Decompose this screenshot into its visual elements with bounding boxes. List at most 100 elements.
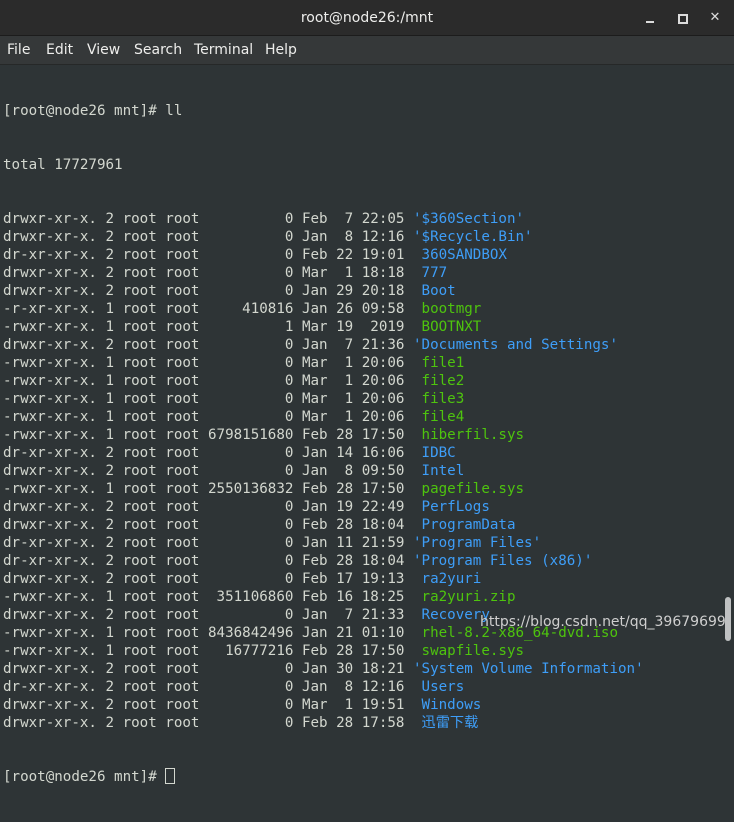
listing-row: drwxr-xr-x. 2 root root 0 Feb 7 22:05 '$…: [3, 210, 644, 228]
menu-edit[interactable]: Edit: [46, 36, 73, 65]
file-meta: drwxr-xr-x. 2 root root 0 Jan 7 21:36: [3, 337, 413, 353]
menu-file[interactable]: File: [7, 36, 30, 65]
listing-row: drwxr-xr-x. 2 root root 0 Jan 7 21:36 'D…: [3, 336, 644, 354]
terminal-area[interactable]: [root@node26 mnt]# ll total 17727961 drw…: [0, 65, 734, 785]
file-meta: -rwxr-xr-x. 1 root root 1 Mar 19 2019: [3, 319, 413, 335]
file-meta: drwxr-xr-x. 2 root root 0 Feb 7 22:05: [3, 211, 413, 227]
listing-row: -rwxr-xr-x. 1 root root 0 Mar 1 20:06 fi…: [3, 354, 644, 372]
menu-bar: File Edit View Search Terminal Help: [0, 36, 734, 65]
listing-row: drwxr-xr-x. 2 root root 0 Jan 29 20:18 B…: [3, 282, 644, 300]
final-prompt: [root@node26 mnt]#: [3, 769, 166, 785]
file-meta: drwxr-xr-x. 2 root root 0 Mar 1 19:51: [3, 697, 413, 713]
file-meta: drwxr-xr-x. 2 root root 0 Feb 28 17:58: [3, 715, 413, 731]
file-meta: drwxr-xr-x. 2 root root 0 Jan 30 18:21: [3, 661, 413, 677]
file-meta: -rwxr-xr-x. 1 root root 2550136832 Feb 2…: [3, 481, 413, 497]
directory-name: ProgramData: [413, 517, 516, 533]
file-meta: -rwxr-xr-x. 1 root root 0 Mar 1 20:06: [3, 409, 413, 425]
terminal-cursor: [165, 768, 176, 784]
directory-name: PerfLogs: [413, 499, 490, 515]
listing-row: -rwxr-xr-x. 1 root root 351106860 Feb 16…: [3, 588, 644, 606]
window-title: root@node26:/mnt: [300, 10, 434, 26]
maximize-icon: [678, 14, 688, 24]
listing-row: drwxr-xr-x. 2 root root 0 Feb 17 19:13 r…: [3, 570, 644, 588]
directory-name: 'Program Files': [413, 535, 542, 551]
maximize-button[interactable]: [672, 8, 692, 28]
file-meta: -rwxr-xr-x. 1 root root 0 Mar 1 20:06: [3, 391, 413, 407]
file-meta: drwxr-xr-x. 2 root root 0 Jan 8 09:50: [3, 463, 413, 479]
menu-view[interactable]: View: [87, 36, 120, 65]
menu-search[interactable]: Search: [134, 36, 182, 65]
listing-row: -rwxr-xr-x. 1 root root 6798151680 Feb 2…: [3, 426, 644, 444]
listing-row: dr-xr-xr-x. 2 root root 0 Feb 28 18:04 '…: [3, 552, 644, 570]
file-meta: dr-xr-xr-x. 2 root root 0 Jan 8 12:16: [3, 679, 413, 695]
scrollbar-thumb[interactable]: [725, 597, 731, 641]
file-name: pagefile.sys: [413, 481, 525, 497]
listing-row: drwxr-xr-x. 2 root root 0 Mar 1 18:18 77…: [3, 264, 644, 282]
listing-row: -rwxr-xr-x. 1 root root 0 Mar 1 20:06 fi…: [3, 372, 644, 390]
directory-name: '$Recycle.Bin': [413, 229, 533, 245]
file-meta: drwxr-xr-x. 2 root root 0 Jan 29 20:18: [3, 283, 413, 299]
file-meta: drwxr-xr-x. 2 root root 0 Jan 8 12:16: [3, 229, 413, 245]
close-icon: ✕: [709, 10, 721, 25]
directory-name: '$360Section': [413, 211, 525, 227]
listing-row: -rwxr-xr-x. 1 root root 0 Mar 1 20:06 fi…: [3, 390, 644, 408]
file-name: bootmgr: [413, 301, 482, 317]
watermark: https://blog.csdn.net/qq_39679699: [480, 614, 726, 630]
listing-row: -rwxr-xr-x. 1 root root 1 Mar 19 2019 BO…: [3, 318, 644, 336]
file-meta: dr-xr-xr-x. 2 root root 0 Feb 22 19:01: [3, 247, 413, 263]
file-meta: -rwxr-xr-x. 1 root root 0 Mar 1 20:06: [3, 355, 413, 371]
listing-row: drwxr-xr-x. 2 root root 0 Mar 1 19:51 Wi…: [3, 696, 644, 714]
file-meta: -rwxr-xr-x. 1 root root 16777216 Feb 28 …: [3, 643, 413, 659]
file-meta: -rwxr-xr-x. 1 root root 0 Mar 1 20:06: [3, 373, 413, 389]
listing-row: -rwxr-xr-x. 1 root root 0 Mar 1 20:06 fi…: [3, 408, 644, 426]
file-name: file4: [413, 409, 465, 425]
listing-row: drwxr-xr-x. 2 root root 0 Jan 8 12:16 '$…: [3, 228, 644, 246]
directory-name: IDBC: [413, 445, 456, 461]
directory-name: 迅雷下载: [413, 715, 479, 731]
file-meta: drwxr-xr-x. 2 root root 0 Feb 17 19:13: [3, 571, 413, 587]
directory-name: 777: [413, 265, 448, 281]
file-name: hiberfil.sys: [413, 427, 525, 443]
file-meta: -r-xr-xr-x. 1 root root 410816 Jan 26 09…: [3, 301, 413, 317]
total-line: total 17727961: [3, 157, 123, 173]
menu-terminal[interactable]: Terminal: [194, 36, 253, 65]
directory-name: 360SANDBOX: [413, 247, 507, 263]
directory-name: ra2yuri: [413, 571, 482, 587]
file-name: file1: [413, 355, 465, 371]
scrollbar[interactable]: [722, 65, 734, 643]
listing-row: drwxr-xr-x. 2 root root 0 Jan 19 22:49 P…: [3, 498, 644, 516]
listing-row: drwxr-xr-x. 2 root root 0 Jan 8 09:50 In…: [3, 462, 644, 480]
file-meta: drwxr-xr-x. 2 root root 0 Feb 28 18:04: [3, 517, 413, 533]
terminal-output: [root@node26 mnt]# ll total 17727961 drw…: [3, 66, 644, 822]
listing-row: -rwxr-xr-x. 1 root root 16777216 Feb 28 …: [3, 642, 644, 660]
listing-row: drwxr-xr-x. 2 root root 0 Feb 28 17:58 迅…: [3, 714, 644, 732]
file-meta: dr-xr-xr-x. 2 root root 0 Feb 28 18:04: [3, 553, 413, 569]
file-name: file2: [413, 373, 465, 389]
menu-help[interactable]: Help: [265, 36, 297, 65]
listing-row: drwxr-xr-x. 2 root root 0 Feb 28 18:04 P…: [3, 516, 644, 534]
file-meta: drwxr-xr-x. 2 root root 0 Mar 1 18:18: [3, 265, 413, 281]
listing-row: dr-xr-xr-x. 2 root root 0 Jan 14 16:06 I…: [3, 444, 644, 462]
file-name: ra2yuri.zip: [413, 589, 516, 605]
listing: drwxr-xr-x. 2 root root 0 Feb 7 22:05 '$…: [3, 210, 644, 732]
listing-row: dr-xr-xr-x. 2 root root 0 Feb 22 19:01 3…: [3, 246, 644, 264]
listing-row: drwxr-xr-x. 2 root root 0 Jan 30 18:21 '…: [3, 660, 644, 678]
listing-row: -rwxr-xr-x. 1 root root 2550136832 Feb 2…: [3, 480, 644, 498]
directory-name: 'Program Files (x86)': [413, 553, 593, 569]
listing-row: dr-xr-xr-x. 2 root root 0 Jan 11 21:59 '…: [3, 534, 644, 552]
listing-row: -r-xr-xr-x. 1 root root 410816 Jan 26 09…: [3, 300, 644, 318]
directory-name: Users: [413, 679, 465, 695]
directory-name: Intel: [413, 463, 465, 479]
final-prompt-line: [root@node26 mnt]#: [3, 768, 644, 786]
prompt-line: [root@node26 mnt]# ll: [3, 103, 183, 119]
close-button[interactable]: ✕: [705, 8, 725, 28]
file-name: BOOTNXT: [413, 319, 482, 335]
file-meta: dr-xr-xr-x. 2 root root 0 Jan 14 16:06: [3, 445, 413, 461]
file-meta: -rwxr-xr-x. 1 root root 8436842496 Jan 2…: [3, 625, 413, 641]
directory-name: Boot: [413, 283, 456, 299]
file-name: file3: [413, 391, 465, 407]
minimize-button[interactable]: [640, 8, 660, 28]
file-name: swapfile.sys: [413, 643, 525, 659]
file-meta: dr-xr-xr-x. 2 root root 0 Jan 11 21:59: [3, 535, 413, 551]
directory-name: Recovery: [413, 607, 490, 623]
